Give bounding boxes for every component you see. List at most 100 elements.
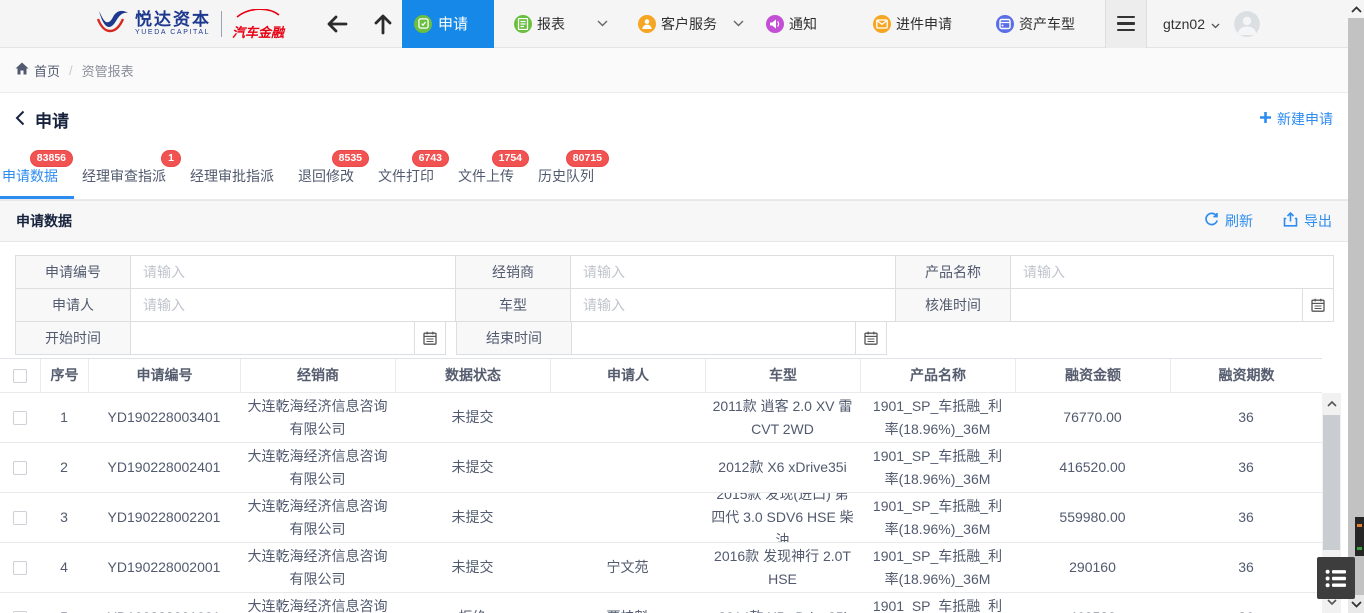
breadcrumb-separator: / <box>69 63 73 78</box>
menu-button[interactable] <box>1105 0 1147 48</box>
cell-status: 拒绝 <box>395 593 550 613</box>
header-vehicle: 车型 <box>705 359 860 392</box>
tab-apply-data[interactable]: 申请数据 83856 <box>2 166 58 199</box>
cell-seq: 5 <box>40 593 88 613</box>
breadcrumb-home[interactable]: 首页 <box>15 61 60 80</box>
logo-icon <box>96 7 130 40</box>
new-application-button[interactable]: 新建申请 <box>1259 109 1333 129</box>
table-row[interactable]: 5 YD190228001901 大连乾海经济信息咨询有限公司 拒绝 覃桂魁 2… <box>0 593 1322 613</box>
chevron-left-icon[interactable] <box>15 110 25 129</box>
filter-form: 申请编号 经销商 产品名称 申请人 车型 核准时间 开始时间 结束时间 <box>0 242 1348 358</box>
list-tool-button[interactable] <box>1317 557 1355 599</box>
table-row[interactable]: 1 YD190228003401 大连乾海经济信息咨询有限公司 未提交 2011… <box>0 393 1322 443</box>
export-label: 导出 <box>1304 211 1332 231</box>
row-checkbox[interactable] <box>13 461 27 475</box>
tab-label: 经理审查指派 <box>82 168 166 184</box>
cell-seq: 3 <box>40 493 88 542</box>
cell-app-no: YD190228002001 <box>88 543 240 592</box>
count-badge: 1 <box>161 150 181 167</box>
brand-logo[interactable]: 悦达资本 YUEDA CAPITAL 汽车金融 <box>96 6 284 41</box>
cell-seq: 1 <box>40 393 88 442</box>
row-checkbox[interactable] <box>13 411 27 425</box>
customer-service-chevron-down-icon[interactable] <box>733 20 744 27</box>
cell-checkbox <box>0 493 40 542</box>
up-button[interactable] <box>374 13 392 35</box>
nav-item-intake-label: 进件申请 <box>896 14 952 34</box>
back-button[interactable] <box>326 15 348 33</box>
cell-product: 1901_SP_车抵融_利率(18.96%)_36M <box>860 393 1015 442</box>
report-chevron-down-icon[interactable] <box>597 20 608 27</box>
apply-icon <box>414 15 432 33</box>
count-badge: 1754 <box>492 150 529 167</box>
refresh-button[interactable]: 刷新 <box>1204 211 1253 231</box>
end-time-input[interactable] <box>572 322 855 354</box>
calendar-icon[interactable] <box>414 322 445 354</box>
table-scrollbar-thumb[interactable] <box>1323 415 1340 550</box>
brand-name: 悦达资本 YUEDA CAPITAL <box>135 11 211 36</box>
cell-applicant: 宁文苑 <box>550 543 705 592</box>
vehicle-input[interactable] <box>571 289 895 321</box>
page-scroll-up-icon[interactable] <box>1348 0 1364 18</box>
avatar[interactable] <box>1234 11 1260 37</box>
sub-brand: 汽车金融 <box>232 6 284 41</box>
nav-item-customer-service[interactable]: 客户服务 <box>638 14 717 34</box>
tab-file-print[interactable]: 文件打印 6743 <box>378 166 434 199</box>
nav-item-report[interactable]: 报表 <box>514 14 565 34</box>
tab-history-queue[interactable]: 历史队列 80715 <box>538 166 594 199</box>
scrollbar-marker-strip <box>1355 517 1364 556</box>
tab-manager-review-assign[interactable]: 经理审查指派 1 <box>82 166 166 199</box>
tab-label: 文件打印 <box>378 168 434 184</box>
panel-title: 申请数据 <box>16 211 72 231</box>
nav-tab-apply[interactable]: 申请 <box>402 0 494 48</box>
header-dealer: 经销商 <box>240 359 395 392</box>
row-checkbox[interactable] <box>13 511 27 525</box>
start-time-input[interactable] <box>131 322 414 354</box>
nav-item-asset-vehicle[interactable]: 资产车型 <box>996 14 1075 34</box>
cell-amount: 290160 <box>1015 543 1170 592</box>
table-row[interactable]: 2 YD190228002401 大连乾海经济信息咨询有限公司 未提交 2012… <box>0 443 1322 493</box>
tab-file-upload[interactable]: 文件上传 1754 <box>458 166 514 199</box>
filter-label-vehicle: 车型 <box>455 288 571 322</box>
tab-label: 经理审批指派 <box>190 168 274 184</box>
cell-seq: 4 <box>40 543 88 592</box>
tab-label: 申请数据 <box>2 168 58 184</box>
report-icon <box>514 15 532 33</box>
cell-status: 未提交 <box>395 493 550 542</box>
nav-item-notice[interactable]: 通知 <box>766 14 817 34</box>
tab-manager-approve-assign[interactable]: 经理审批指派 <box>190 166 274 199</box>
cell-app-no: YD190228003401 <box>88 393 240 442</box>
app-no-input[interactable] <box>131 256 455 288</box>
row-checkbox[interactable] <box>13 561 27 575</box>
filter-label-product: 产品名称 <box>895 255 1011 289</box>
applicant-input[interactable] <box>131 289 455 321</box>
auto-swoosh-icon <box>235 6 281 22</box>
green-marker <box>1357 547 1362 550</box>
table-row[interactable]: 3 YD190228002201 大连乾海经济信息咨询有限公司 未提交 2015… <box>0 493 1322 543</box>
cell-checkbox <box>0 443 40 492</box>
page-scrollbar-thumb[interactable] <box>1348 18 1364 595</box>
refresh-icon <box>1204 212 1219 230</box>
cell-dealer: 大连乾海经济信息咨询有限公司 <box>240 393 395 442</box>
tab-returned[interactable]: 退回修改 8535 <box>298 166 354 199</box>
export-button[interactable]: 导出 <box>1283 211 1332 231</box>
user-menu[interactable]: gtzn02 <box>1163 16 1220 32</box>
table-scroll-up-icon[interactable] <box>1322 393 1341 415</box>
calendar-icon[interactable] <box>1302 289 1333 321</box>
dealer-input[interactable] <box>571 256 895 288</box>
cell-amount: 460520 <box>1015 593 1170 613</box>
table-row[interactable]: 4 YD190228002001 大连乾海经济信息咨询有限公司 未提交 宁文苑 … <box>0 543 1322 593</box>
customer-service-icon <box>638 15 656 33</box>
nav-item-intake[interactable]: 进件申请 <box>873 14 952 34</box>
cell-applicant: 覃桂魁 <box>550 593 705 613</box>
export-icon <box>1283 212 1298 230</box>
filter-label-start-time: 开始时间 <box>15 321 131 355</box>
top-navbar: 悦达资本 YUEDA CAPITAL 汽车金融 申请 报表 客户服务 通知 进件… <box>0 0 1348 48</box>
approve-time-input[interactable] <box>1011 289 1302 321</box>
select-all-checkbox[interactable] <box>13 369 27 383</box>
cell-seq: 2 <box>40 443 88 492</box>
product-input[interactable] <box>1011 256 1333 288</box>
breadcrumb-home-label: 首页 <box>34 61 60 80</box>
cell-status: 未提交 <box>395 393 550 442</box>
asset-vehicle-icon <box>996 15 1014 33</box>
calendar-icon[interactable] <box>855 322 886 354</box>
